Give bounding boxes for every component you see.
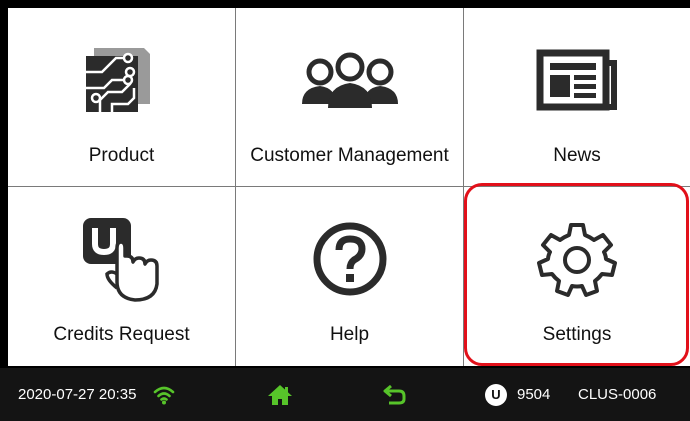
newspaper-icon [464, 30, 690, 130]
tile-label: Settings [542, 324, 612, 345]
tile-settings[interactable]: Settings [464, 187, 690, 366]
status-datetime: 2020-07-27 20:35 [18, 386, 137, 403]
tile-news[interactable]: News [464, 8, 690, 187]
tile-label: Help [329, 324, 370, 345]
credit-symbol: U [485, 383, 507, 406]
status-bar: 2020-07-27 20:35 U 9504 CLUS-0006 [0, 368, 690, 421]
tile-label: Customer Management [250, 145, 449, 166]
home-button[interactable] [267, 368, 293, 421]
tile-customer-management[interactable]: Customer Management [236, 8, 464, 187]
tile-label: Product [88, 145, 155, 166]
tile-product[interactable]: Product [8, 8, 236, 187]
credit-tap-icon [8, 209, 235, 309]
credits-balance: 9504 [517, 386, 551, 403]
tile-label: News [553, 145, 601, 166]
back-button[interactable] [383, 368, 407, 421]
menu-grid: Product Customer Management News Credits… [8, 8, 690, 366]
home-screen: Product Customer Management News Credits… [0, 0, 690, 421]
people-group-icon [236, 30, 463, 130]
help-question-icon [236, 209, 463, 309]
tile-credits-request[interactable]: Credits Request [8, 187, 236, 366]
tile-label: Credits Request [53, 324, 190, 345]
device-id: CLUS-0006 [578, 386, 657, 403]
tile-help[interactable]: Help [236, 187, 464, 366]
wifi-icon [153, 368, 175, 421]
credit-symbol-badge: U [485, 368, 507, 421]
home-icon [268, 384, 292, 405]
back-arrow-icon [383, 384, 406, 404]
gear-icon [464, 209, 690, 309]
circuit-board-icon [8, 30, 235, 130]
